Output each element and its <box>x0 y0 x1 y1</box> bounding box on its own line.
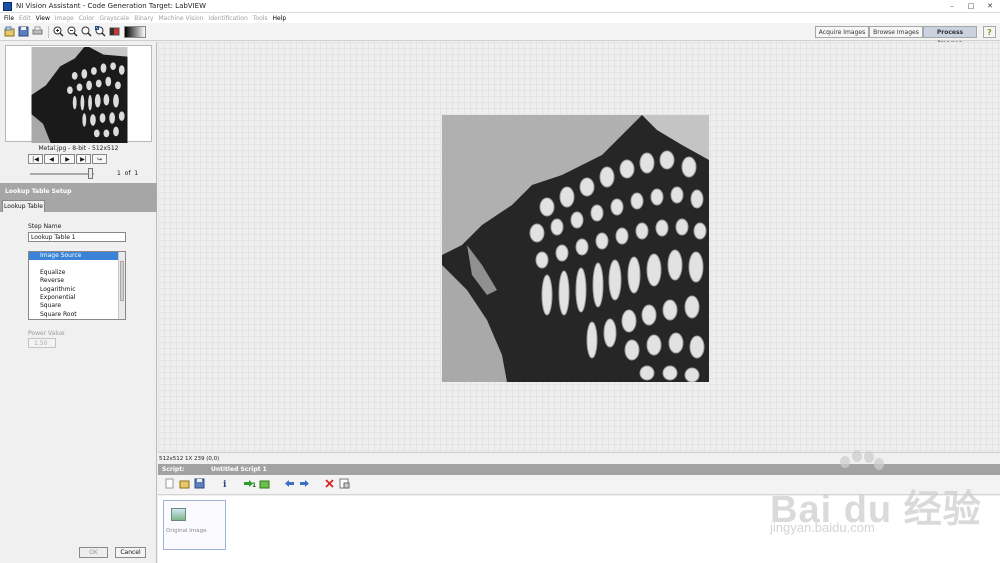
grayscale-palette-icon[interactable] <box>124 25 146 38</box>
menu-edit[interactable]: Edit <box>19 15 31 22</box>
zoom-fit-icon[interactable] <box>94 26 106 38</box>
current-index: 1 <box>117 170 121 177</box>
tab-lookup-table[interactable]: Lookup Table <box>2 200 45 212</box>
cancel-button[interactable]: Cancel <box>115 547 146 558</box>
setup-title: Lookup Table Setup <box>5 188 72 195</box>
image-status-text: 512x512 1X 239 (0,0) <box>159 456 220 462</box>
process-images-button[interactable]: Process Images <box>923 26 977 47</box>
close-button[interactable]: ✕ <box>982 1 998 11</box>
svg-text:i: i <box>223 480 227 489</box>
delete-step-icon[interactable] <box>323 478 336 491</box>
next-image-button[interactable]: ▶ <box>60 154 75 164</box>
acquire-images-button[interactable]: Acquire Images <box>815 26 869 38</box>
image-thumbnail[interactable] <box>31 47 128 143</box>
menu-image[interactable]: Image <box>55 15 74 22</box>
step-name-input[interactable] <box>28 232 126 242</box>
save-script-icon[interactable] <box>193 478 206 491</box>
minimize-button[interactable]: – <box>944 1 960 11</box>
step-forward-icon[interactable] <box>298 478 311 491</box>
image-status-bar: 512x512 1X 239 (0,0) <box>158 452 1000 464</box>
info-icon[interactable]: i <box>218 478 231 491</box>
power-value-input[interactable] <box>28 338 56 348</box>
script-header: Script: Untitled Script 1 <box>158 464 1000 475</box>
lut-option-reverse[interactable]: Reverse <box>29 277 125 285</box>
run-batch-icon[interactable] <box>258 478 271 491</box>
lut-option-logarithmic[interactable]: Logarithmic <box>29 286 125 294</box>
lut-option-square-root[interactable]: Square Root <box>29 311 125 319</box>
app-icon <box>3 1 12 11</box>
menu-grayscale[interactable]: Grayscale <box>99 15 129 22</box>
print-icon[interactable] <box>31 26 43 38</box>
new-script-icon[interactable] <box>163 478 176 491</box>
open-image-icon[interactable] <box>3 26 15 38</box>
mode-switcher: Acquire Images Browse Images Process Ima… <box>815 26 977 47</box>
script-area: Original Image <box>158 496 1000 563</box>
menu-view[interactable]: View <box>36 15 50 22</box>
menu-identification[interactable]: Identification <box>208 15 247 22</box>
image-navigation: |◀ ◀ ▶ ▶| ↪ <box>28 154 108 164</box>
script-label: Script: <box>162 466 185 473</box>
browse-images-button[interactable]: Browse Images <box>869 26 923 38</box>
lut-option-equalize[interactable]: Equalize <box>29 269 125 277</box>
menu-file[interactable]: File <box>4 15 14 22</box>
lut-option-square[interactable]: Square <box>29 302 125 310</box>
save-image-icon[interactable] <box>17 26 29 38</box>
step-name-label: Step Name <box>28 223 62 230</box>
step-label: Original Image <box>166 528 207 534</box>
step-back-icon[interactable] <box>283 478 296 491</box>
window-title: NI Vision Assistant - Code Generation Ta… <box>16 2 206 10</box>
menu-machine-vision[interactable]: Machine Vision <box>158 15 203 22</box>
script-name: Untitled Script 1 <box>211 466 267 473</box>
image-info-caption: Metal.jpg - 8-bit - 512x512 <box>38 145 119 152</box>
window-controls: – □ ✕ <box>944 1 998 11</box>
menu-tools[interactable]: Tools <box>253 15 268 22</box>
previous-image-button[interactable]: ◀ <box>44 154 59 164</box>
processed-image[interactable] <box>442 115 709 382</box>
help-button[interactable]: ? <box>983 26 996 38</box>
image-slider[interactable] <box>30 168 94 179</box>
menu-bar: File Edit View Image Color Grayscale Bin… <box>0 13 1000 23</box>
total-count: 1 <box>134 170 139 177</box>
list-scrollbar[interactable] <box>118 252 125 319</box>
color-palette-icon[interactable] <box>108 26 120 38</box>
menu-binary[interactable]: Binary <box>134 15 153 22</box>
zoom-out-icon[interactable] <box>66 26 78 38</box>
image-counter: 1 of 1 <box>117 170 138 177</box>
maximize-button[interactable]: □ <box>963 1 979 11</box>
open-script-icon[interactable] <box>178 478 191 491</box>
svg-text:1: 1 <box>252 482 256 489</box>
script-step-original-image[interactable]: Original Image <box>163 500 226 550</box>
lut-function-list[interactable]: Image Source Equalize Reverse Logarithmi… <box>28 251 126 320</box>
toolbar-separator <box>48 25 49 38</box>
return-to-browser-button[interactable]: ↪ <box>92 154 107 164</box>
title-bar: NI Vision Assistant - Code Generation Ta… <box>0 0 1000 13</box>
image-step-icon <box>171 508 186 521</box>
run-once-icon[interactable]: 1 <box>243 478 256 491</box>
scrollbar-knob[interactable] <box>120 261 124 301</box>
menu-help[interactable]: Help <box>273 15 287 22</box>
performance-meter-icon[interactable] <box>338 478 351 491</box>
last-image-button[interactable]: ▶| <box>76 154 91 164</box>
image-display[interactable] <box>158 42 1000 452</box>
index-of-label: of <box>124 170 131 177</box>
lut-option-exponential[interactable]: Exponential <box>29 294 125 302</box>
script-toolbar: i 1 <box>158 475 1000 495</box>
ok-button[interactable]: OK <box>79 547 108 558</box>
lut-option-blank[interactable] <box>29 260 125 268</box>
zoom-in-icon[interactable] <box>52 26 64 38</box>
slider-thumb[interactable] <box>88 168 93 179</box>
main-toolbar: Acquire Images Browse Images Process Ima… <box>0 23 1000 47</box>
lut-option-image-source[interactable]: Image Source <box>29 252 125 261</box>
thumbnail-frame <box>5 45 152 143</box>
menu-color[interactable]: Color <box>79 15 95 22</box>
left-panel: Metal.jpg - 8-bit - 512x512 |◀ ◀ ▶ ▶| ↪ … <box>0 42 157 563</box>
zoom-1to1-icon[interactable] <box>80 26 92 38</box>
power-value-label: Power Value <box>28 330 65 337</box>
first-image-button[interactable]: |◀ <box>28 154 43 164</box>
